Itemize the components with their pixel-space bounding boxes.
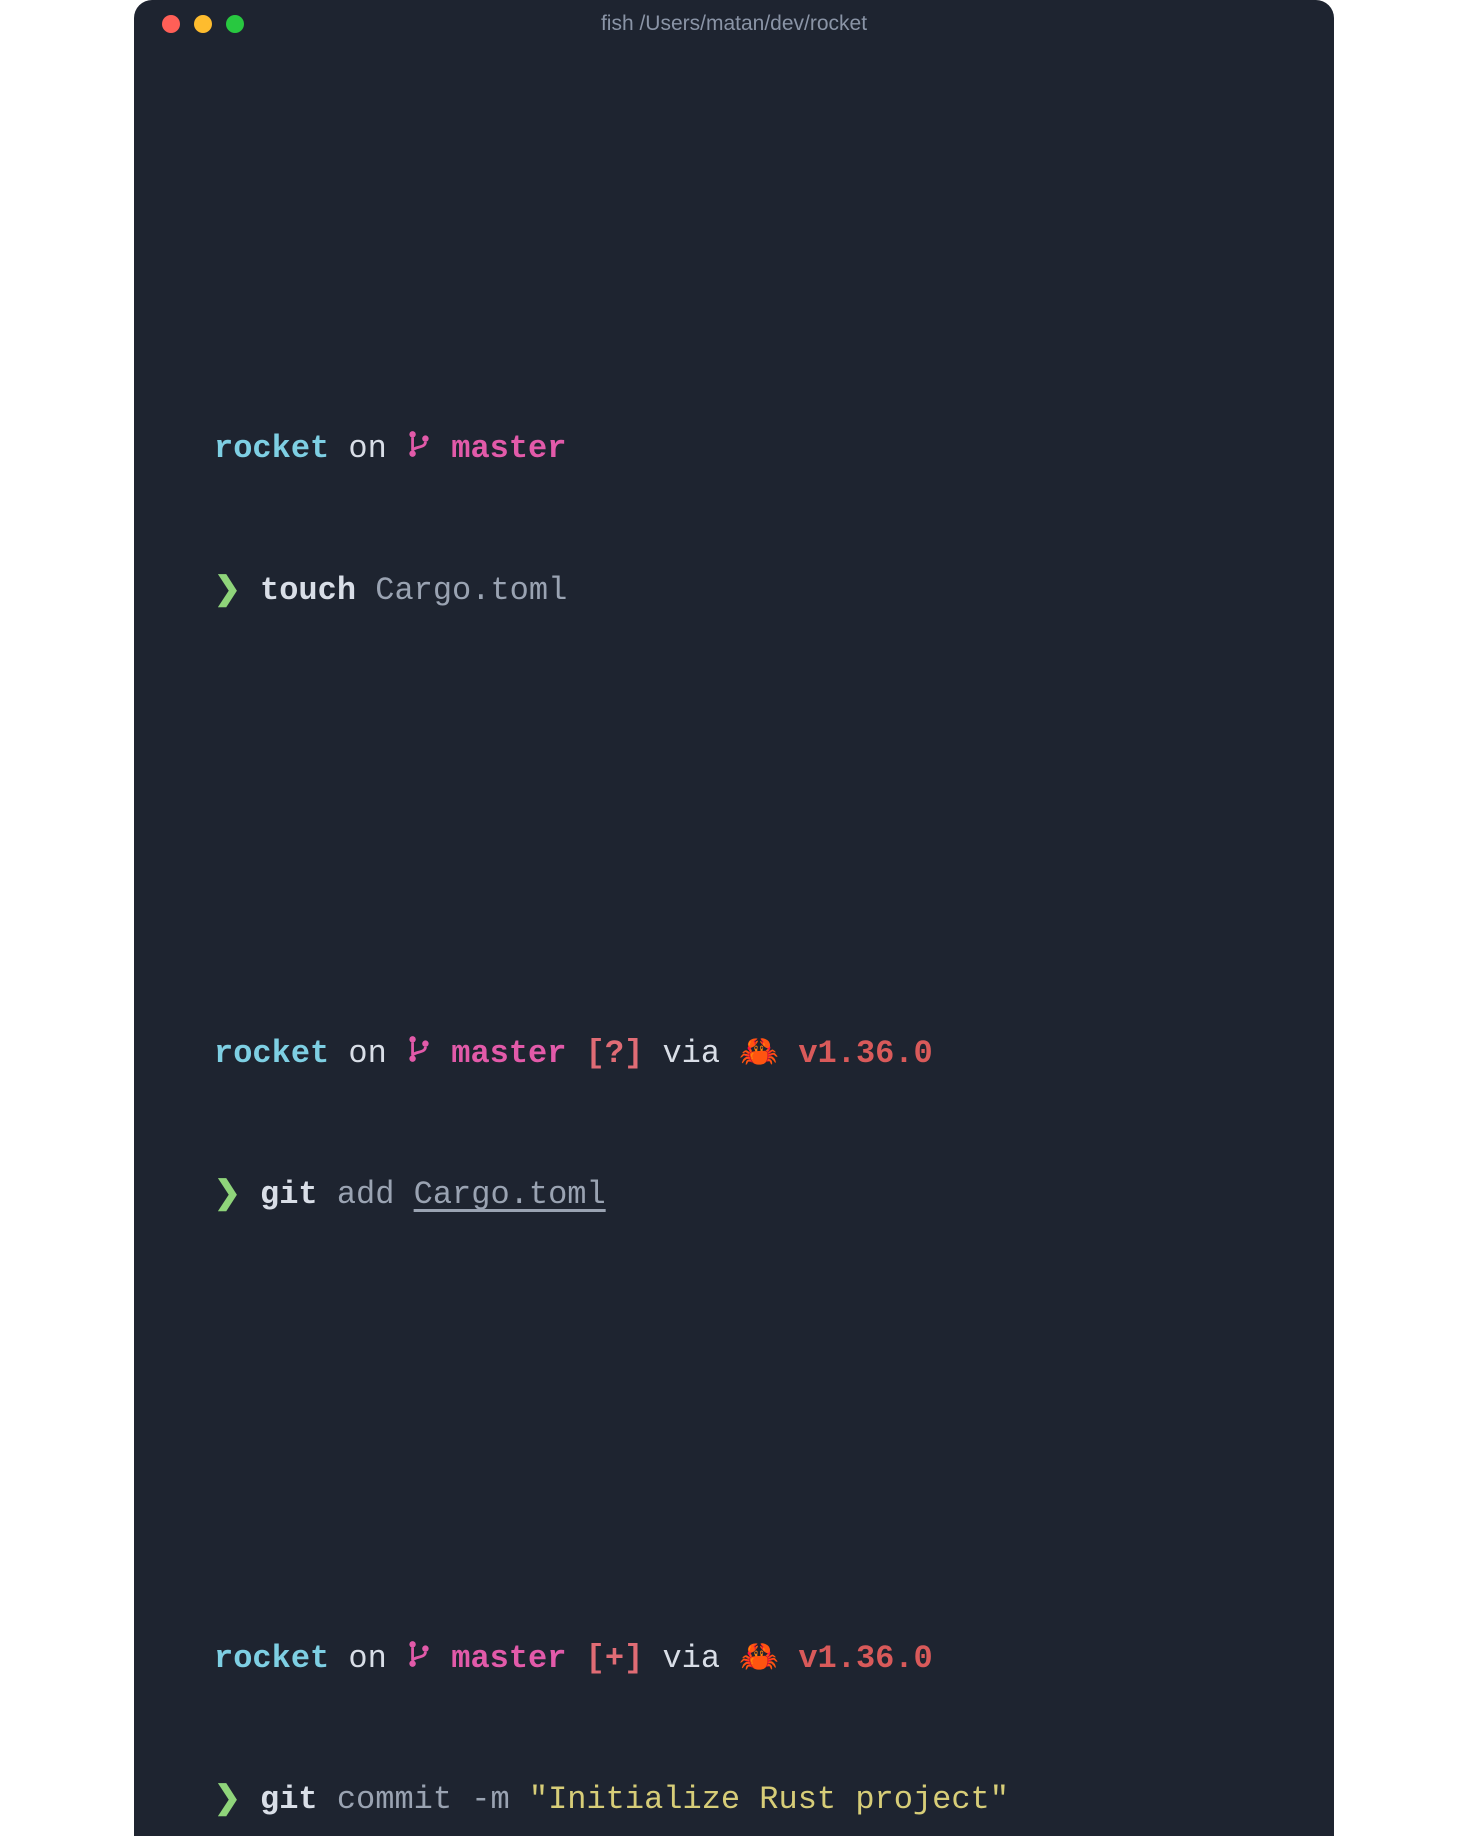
prompt-on: on — [348, 1035, 386, 1072]
command-line: ❯ touch Cargo.toml — [214, 568, 1254, 614]
prompt-line: rocket on master [+] via 🦀 v1.36.0 — [214, 1636, 1254, 1684]
prompt-branch: master — [451, 1640, 566, 1677]
cmd-bin: git — [260, 1176, 318, 1213]
cmd-flag: -m — [471, 1781, 509, 1818]
cmd-str: "Initialize Rust project" — [529, 1781, 1009, 1818]
prompt-on: on — [348, 1640, 386, 1677]
git-status-badge: [?] — [586, 1035, 644, 1072]
close-icon[interactable] — [162, 15, 180, 33]
prompt-caret: ❯ — [214, 1176, 241, 1213]
prompt-caret: ❯ — [214, 1781, 241, 1818]
rust-icon: 🦀 — [739, 1035, 779, 1072]
command-line: ❯ git add Cargo.toml — [214, 1172, 1254, 1218]
zoom-icon[interactable] — [226, 15, 244, 33]
command-line: ❯ git commit -m "Initialize Rust project… — [214, 1777, 1254, 1823]
minimize-icon[interactable] — [194, 15, 212, 33]
prompt-branch: master — [451, 430, 566, 467]
rust-icon: 🦀 — [739, 1640, 779, 1677]
terminal-window: fish /Users/matan/dev/rocket rocket on m… — [134, 0, 1334, 1836]
prompt-dir: rocket — [214, 1640, 329, 1677]
cmd-bin: git — [260, 1781, 318, 1818]
prompt-line: rocket on master — [214, 426, 1254, 474]
rust-version: v1.36.0 — [798, 1035, 932, 1072]
rust-version: v1.36.0 — [798, 1640, 932, 1677]
titlebar: fish /Users/matan/dev/rocket — [134, 0, 1334, 48]
history-block: rocket on master ❯ touch Cargo.toml — [214, 334, 1254, 707]
cmd-sub: add — [337, 1176, 395, 1213]
window-title: fish /Users/matan/dev/rocket — [134, 12, 1334, 36]
prompt-branch: master — [451, 1035, 566, 1072]
cmd-arg: Cargo.toml — [414, 1176, 606, 1213]
prompt-dir: rocket — [214, 430, 329, 467]
traffic-lights — [134, 15, 244, 33]
history-block: rocket on master [+] via 🦀 v1.36.0 ❯ git… — [214, 1543, 1254, 1836]
prompt-via: via — [662, 1035, 720, 1072]
prompt-line: rocket on master [?] via 🦀 v1.36.0 — [214, 1031, 1254, 1079]
git-status-badge: [+] — [586, 1640, 644, 1677]
prompt-dir: rocket — [214, 1035, 329, 1072]
branch-icon — [406, 1033, 432, 1079]
cmd-arg: Cargo.toml — [375, 572, 567, 609]
terminal-body[interactable]: rocket on master ❯ touch Cargo.toml rock… — [134, 48, 1334, 1836]
cmd-bin: touch — [260, 572, 356, 609]
prompt-on: on — [348, 430, 386, 467]
prompt-via: via — [662, 1640, 720, 1677]
cmd-sub: commit — [337, 1781, 452, 1818]
branch-icon — [406, 1638, 432, 1684]
history-block: rocket on master [?] via 🦀 v1.36.0 ❯ git… — [214, 938, 1254, 1311]
branch-icon — [406, 428, 432, 474]
prompt-caret: ❯ — [214, 572, 241, 609]
